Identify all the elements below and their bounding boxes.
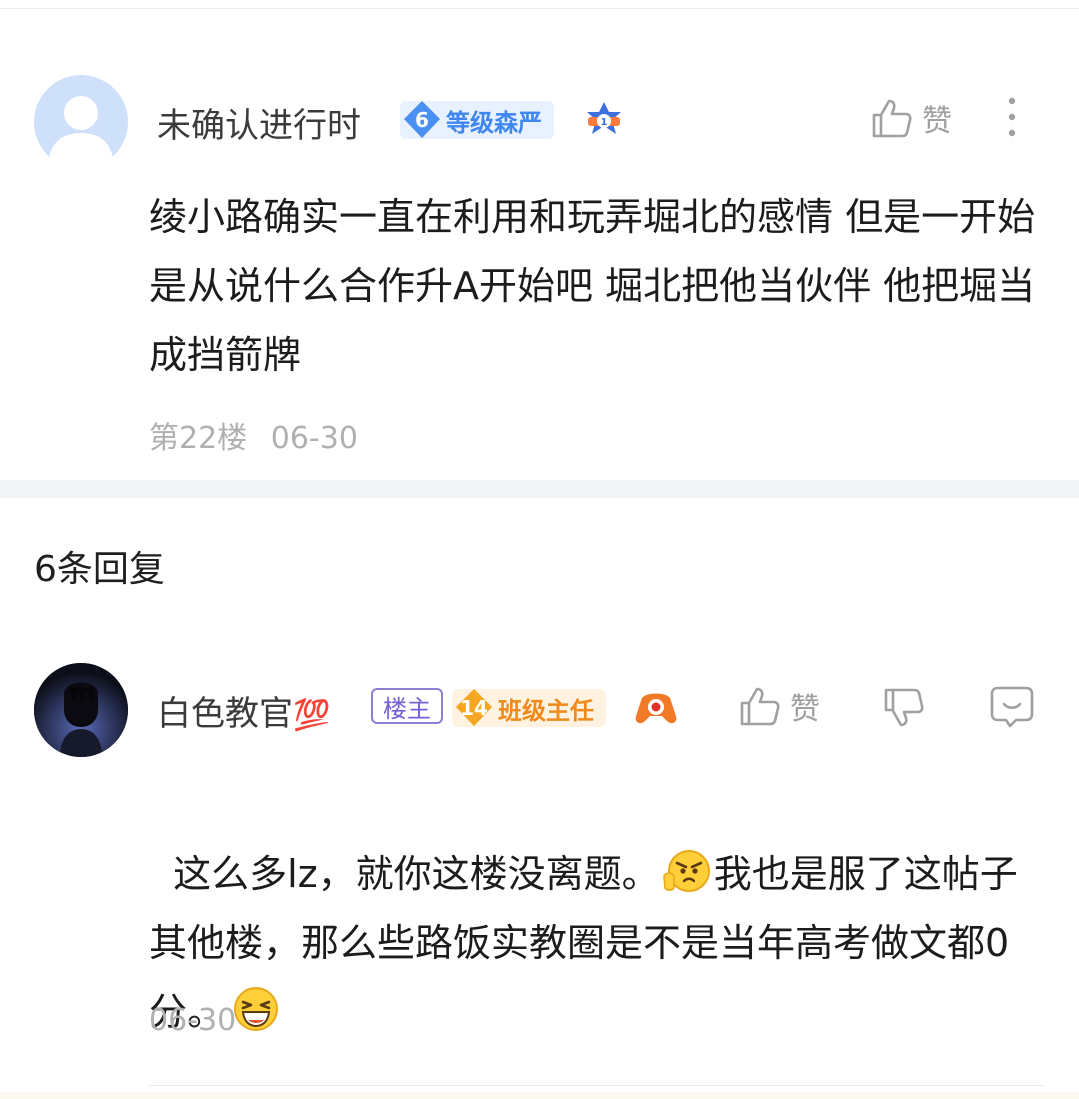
thumbs-up-icon [740,687,780,726]
replies-count-header: 6条回复 [34,549,165,590]
post-level-badge[interactable]: 6 等级森严 [400,101,554,139]
post-avatar[interactable] [34,75,128,169]
post-level-number: 6 [415,108,429,132]
reply-username[interactable]: 白色教官💯 [157,686,330,735]
post-level-title: 等级森严 [446,108,542,137]
rank-1-medal-icon[interactable]: 1 [583,100,625,140]
reply-divider [149,1085,1045,1086]
angry-emoji-icon [662,850,710,892]
reply-date: 06-30 [149,1003,237,1038]
reply-level-title: 班级主任 [498,696,594,725]
reply-like-button[interactable]: 赞 [738,684,820,728]
reply-content: 这么多lz，就你这楼没离题。 我也是服了这帖子其他楼，那么些路饭实教圈是不是当年… [149,771,1044,1047]
thumbs-up-icon [872,99,912,138]
thumbs-down-icon[interactable] [882,686,926,730]
post-meta: 第22楼 06-30 [149,413,358,457]
comment-icon[interactable] [988,684,1036,730]
grin-emoji-icon [234,987,279,1031]
post-username[interactable]: 未确认进行时 [157,98,361,147]
post-like-label: 赞 [922,104,952,139]
avatar-placeholder-icon [48,96,114,169]
game-controller-icon[interactable] [634,688,678,728]
svg-text:1: 1 [601,117,608,128]
post-floor: 第22楼 [149,421,248,456]
more-vertical-icon[interactable] [1000,96,1024,142]
reply-content-part-1: 这么多lz，就你这楼没离题。 [173,852,660,896]
top-divider [0,8,1079,9]
post-content: 绫小路确实一直在利用和玩弄堀北的感情 但是一开始是从说什么合作升A开始吧 堀北把… [149,195,1036,377]
post-like-button[interactable]: 赞 [870,96,952,140]
avatar-dark-figure-icon [34,663,128,757]
hundred-points-badge: 💯 [293,698,331,733]
reply-username-text: 白色教官 [157,694,293,734]
bottom-edge [0,1092,1079,1099]
reply-level-badge[interactable]: 14 班级主任 [452,689,606,727]
section-separator [0,480,1079,498]
owner-tag: 楼主 [371,688,443,724]
reply-like-label: 赞 [790,692,820,727]
post-date: 06-30 [270,421,358,456]
reply-level-number: 14 [460,696,488,720]
reply-avatar[interactable] [34,663,128,757]
